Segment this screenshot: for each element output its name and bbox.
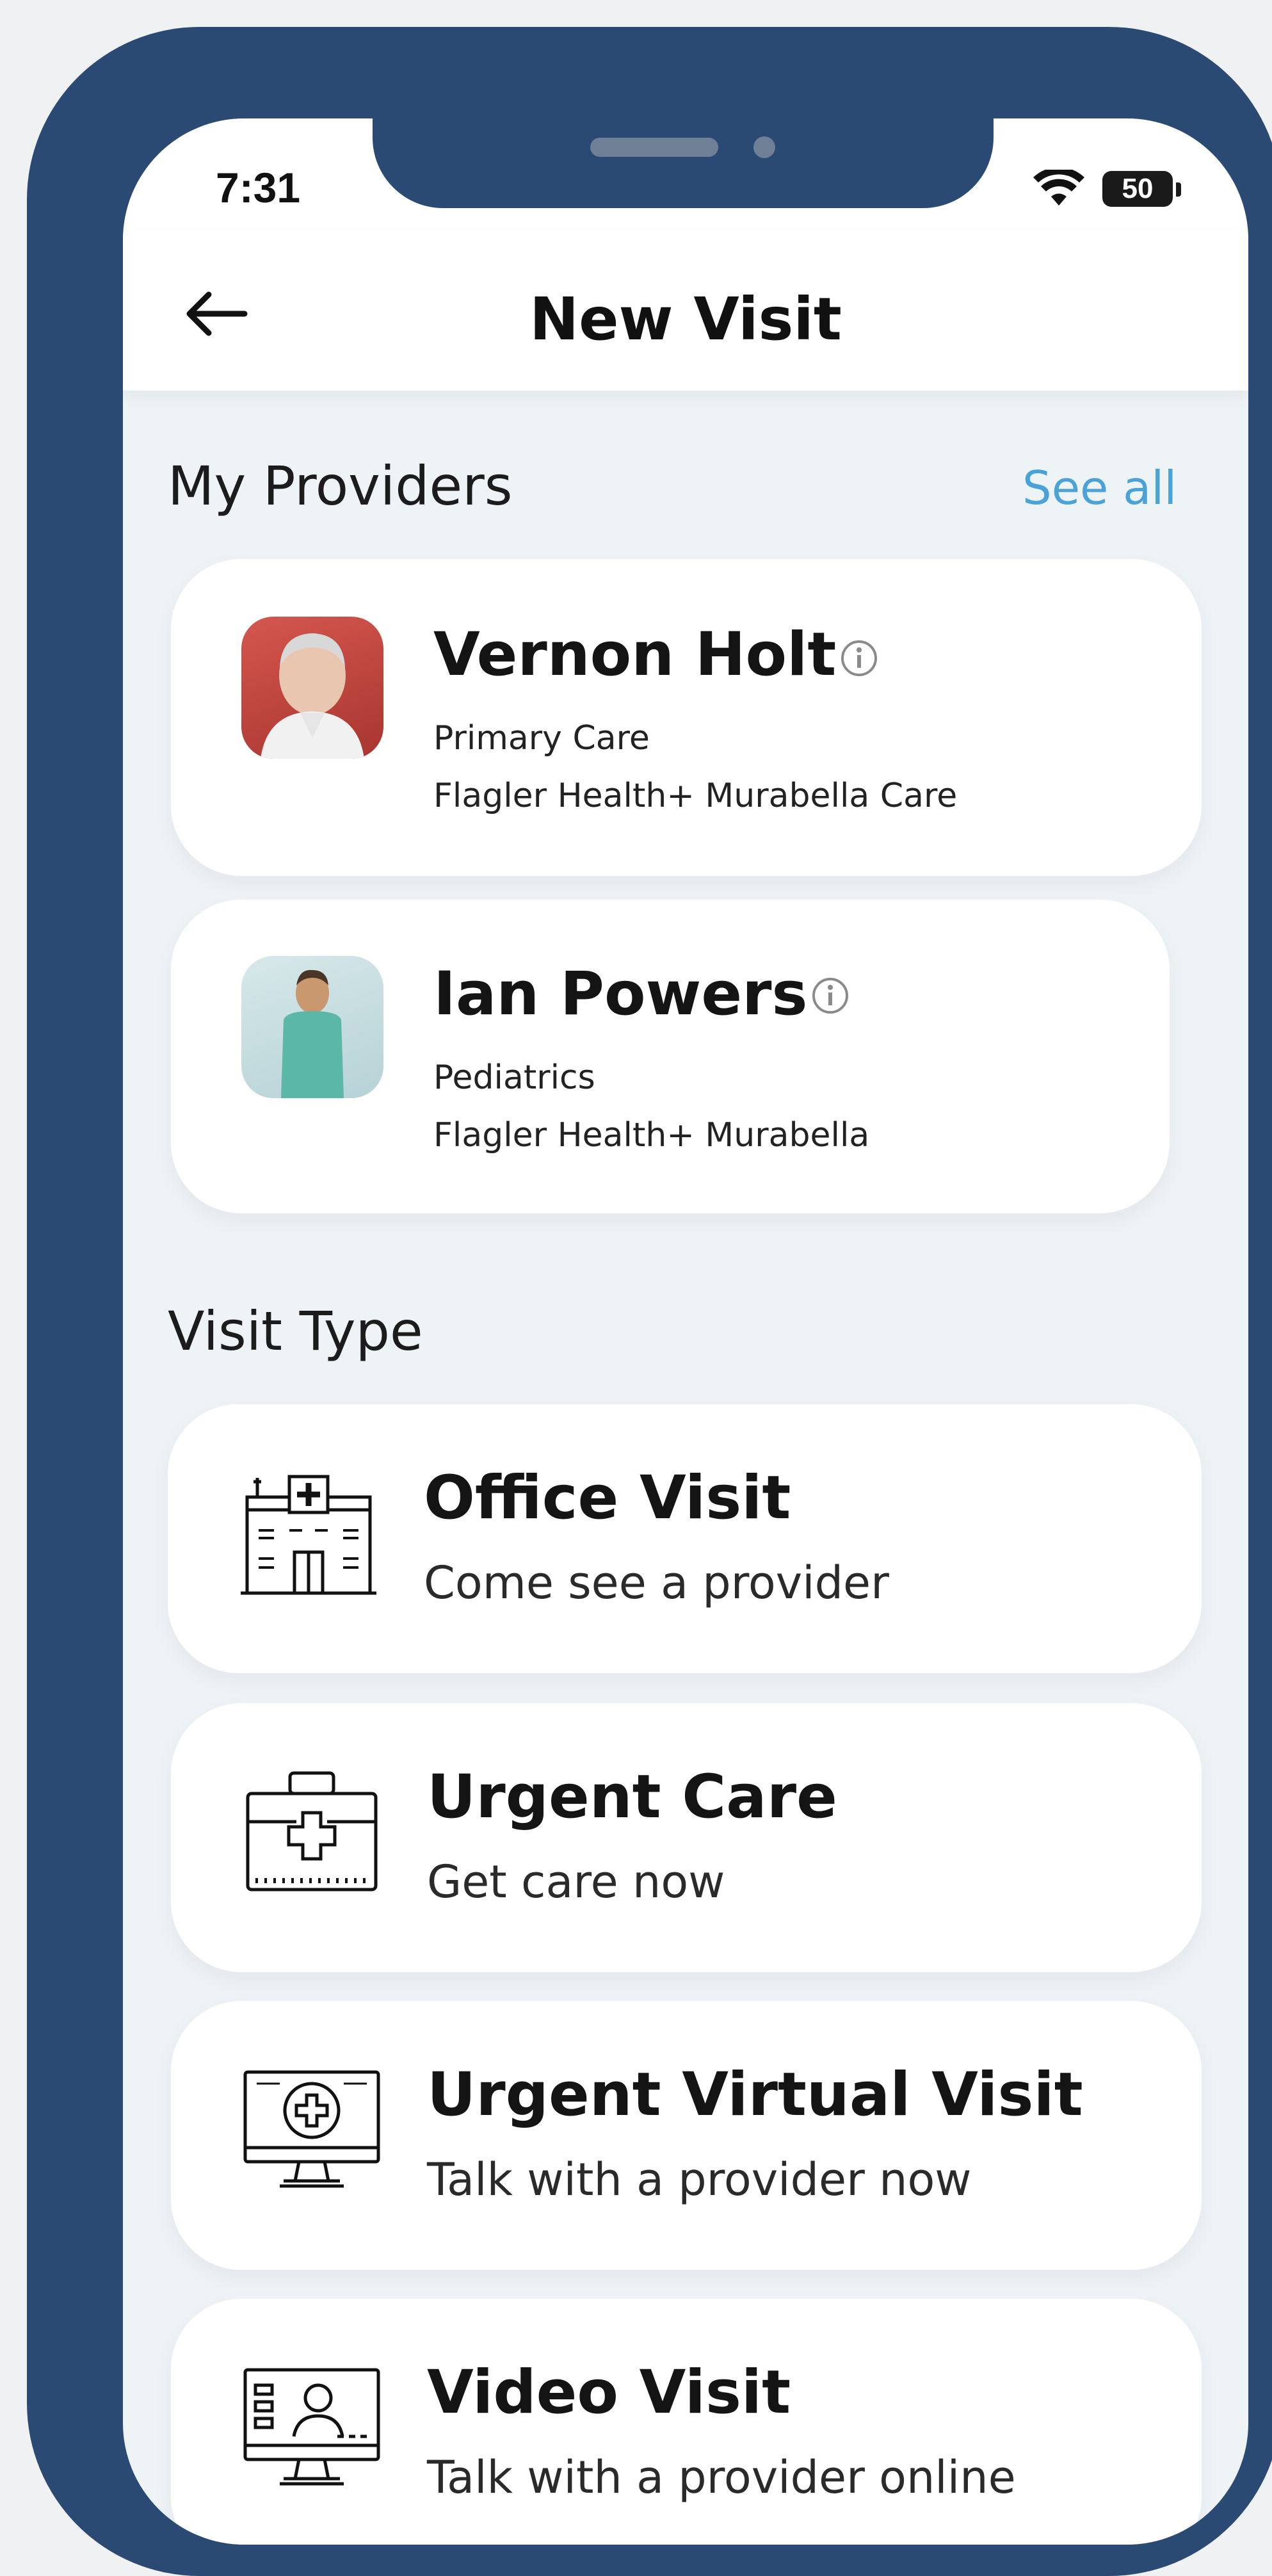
provider-name: Vernon Holt: [433, 620, 837, 690]
provider-location: Flagler Health+ Murabella: [433, 1116, 870, 1154]
visit-type-video-visit[interactable]: Video Visit Talk with a provider online: [171, 2299, 1202, 2545]
visit-type-title: Video Visit: [427, 2358, 791, 2427]
doctor-portrait-icon: [261, 633, 364, 759]
info-icon[interactable]: [840, 639, 878, 677]
provider-card-ian-powers[interactable]: Ian Powers Pediatrics Flagler Health+ Mu…: [171, 900, 1170, 1213]
providers-section-title: My Providers: [168, 455, 513, 517]
visit-type-urgent-care[interactable]: Urgent Care Get care now: [171, 1703, 1202, 1972]
visit-type-office-visit[interactable]: Office Visit Come see a provider: [168, 1404, 1202, 1673]
battery-icon: 50: [1102, 171, 1173, 207]
visit-type-title: Office Visit: [424, 1463, 791, 1533]
provider-name: Ian Powers: [433, 959, 808, 1029]
visit-type-subtitle: Come see a provider: [424, 1557, 889, 1609]
first-aid-kit-icon: [246, 1771, 378, 1891]
visit-type-subtitle: Get care now: [427, 1856, 725, 1908]
video-call-monitor-icon: [243, 2368, 380, 2486]
status-time: 7:31: [216, 164, 301, 211]
battery-tip: [1176, 182, 1181, 197]
visit-type-subtitle: Talk with a provider online: [427, 2451, 1016, 2504]
device-notch: [373, 118, 994, 208]
provider-card-vernon-holt[interactable]: Vernon Holt Primary Care Flagler Health+…: [171, 559, 1202, 876]
nav-bar: New Visit: [123, 231, 1248, 391]
provider-specialty: Pediatrics: [433, 1058, 595, 1097]
phone-frame: 7:31 50 New Visit My Providers See all V…: [27, 27, 1272, 2576]
speaker-grille: [590, 138, 718, 157]
visit-type-title: Urgent Care: [427, 1762, 837, 1832]
app-screen: 7:31 50 New Visit My Providers See all V…: [123, 118, 1248, 2545]
hospital-building-icon: [241, 1475, 376, 1595]
visit-type-title: Urgent Virtual Visit: [427, 2060, 1083, 2130]
provider-specialty: Primary Care: [433, 719, 650, 757]
info-icon[interactable]: [811, 976, 849, 1015]
avatar: [241, 617, 383, 759]
doctor-portrait-icon: [281, 969, 344, 1098]
see-all-link[interactable]: See all: [1022, 461, 1177, 515]
wifi-icon: [1033, 170, 1084, 206]
visit-type-section-title: Visit Type: [168, 1300, 423, 1363]
front-camera: [753, 136, 775, 158]
avatar: [241, 956, 383, 1098]
page-title: New Visit: [529, 285, 842, 353]
provider-location: Flagler Health+ Murabella Care: [433, 777, 958, 815]
visit-type-urgent-virtual-visit[interactable]: Urgent Virtual Visit Talk with a provide…: [171, 2001, 1202, 2270]
monitor-medical-icon: [243, 2070, 380, 2188]
visit-type-subtitle: Talk with a provider now: [427, 2153, 972, 2206]
